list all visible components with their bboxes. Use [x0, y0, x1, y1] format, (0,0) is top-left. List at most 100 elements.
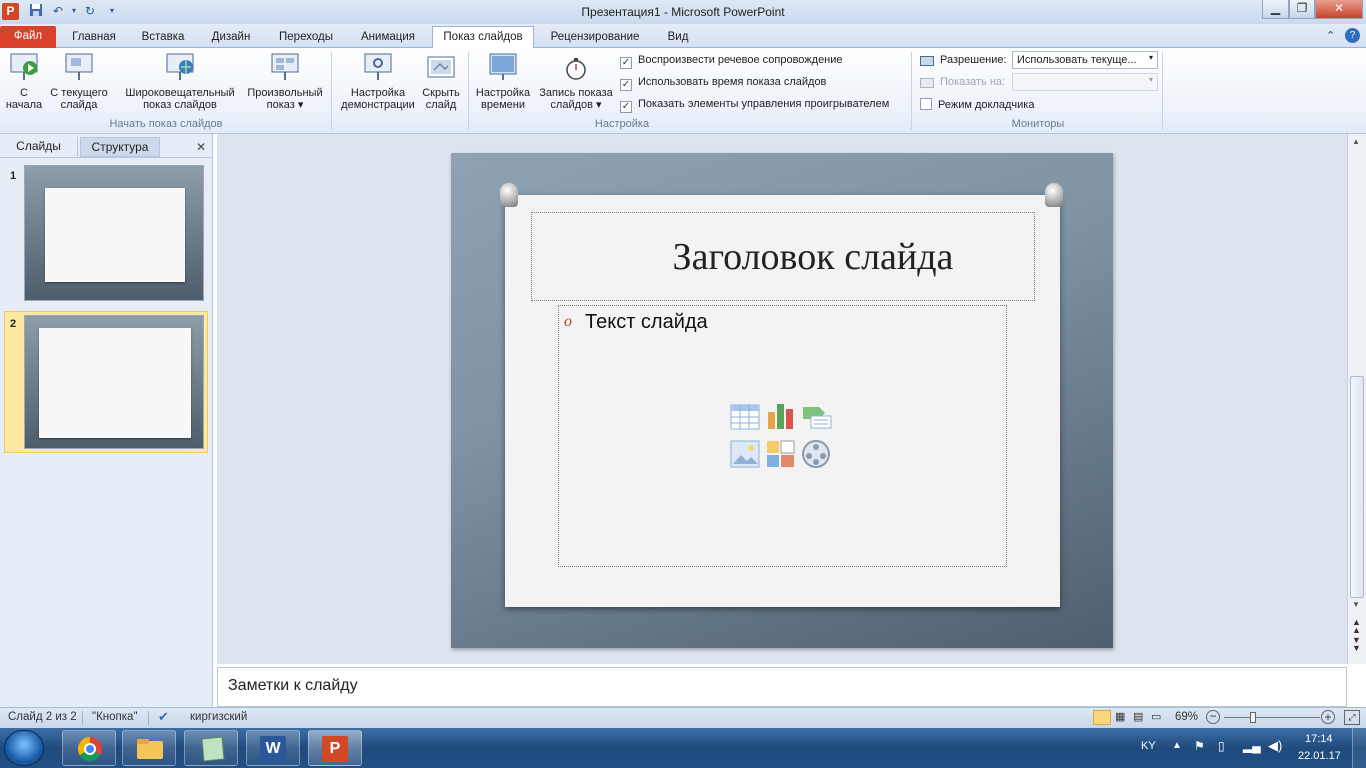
- chrome-icon[interactable]: [62, 730, 116, 766]
- setup-show-button[interactable]: Настройка демонстрации: [336, 52, 420, 111]
- ribbon-tabs: Файл Главная Вставка Дизайн Переходы Ани…: [0, 24, 1366, 48]
- tab-file[interactable]: Файл: [0, 26, 56, 48]
- content-placeholder[interactable]: o Текст слайда: [558, 305, 1007, 567]
- flag-icon[interactable]: ⚑: [1194, 739, 1205, 753]
- rehearse-timings-button[interactable]: Настройка времени: [472, 52, 534, 111]
- network-icon[interactable]: ▂▄: [1243, 739, 1261, 753]
- media-controls-checkbox[interactable]: ✓ Показать элементы управления проигрыват…: [620, 98, 889, 113]
- clock-time[interactable]: 17:14: [1305, 733, 1333, 745]
- slide-count[interactable]: Слайд 2 из 2: [8, 711, 77, 723]
- slide-body-text: Текст слайда: [585, 311, 708, 333]
- zoom-out-icon[interactable]: −: [1206, 710, 1220, 724]
- zoom-slider-thumb[interactable]: [1250, 712, 1256, 723]
- from-current-button[interactable]: С текущего слайда: [48, 52, 110, 111]
- title-placeholder[interactable]: Заголовок слайда: [531, 212, 1035, 301]
- taskbar: W P KY ▲ ⚑ ▯ ▂▄ ◀) 17:14 22.01.17: [0, 728, 1366, 768]
- thumbnail-paper: [45, 188, 185, 282]
- pin-icon: [500, 183, 518, 207]
- media-icon[interactable]: [801, 439, 831, 469]
- theme-name[interactable]: "Кнопка": [92, 711, 138, 723]
- fit-to-window-icon[interactable]: ⤢: [1344, 710, 1360, 725]
- chevron-down-icon: ▾: [1148, 75, 1153, 84]
- tab-slides[interactable]: Слайды: [0, 137, 78, 157]
- monitor-icon: [920, 78, 934, 88]
- group-label-setup: Настройка: [594, 118, 650, 130]
- tab-insert[interactable]: Вставка: [132, 27, 194, 48]
- explorer-icon[interactable]: [122, 730, 176, 766]
- tab-outline[interactable]: Структура: [80, 137, 160, 157]
- tab-animation[interactable]: Анимация: [350, 27, 426, 48]
- narration-checkbox[interactable]: ✓ Воспроизвести речевое сопровождение: [620, 54, 843, 69]
- show-desktop-button[interactable]: [1352, 728, 1366, 768]
- smartart-icon[interactable]: [801, 404, 833, 430]
- checkmark-icon: ✓: [620, 57, 632, 69]
- volume-icon[interactable]: ◀): [1268, 738, 1282, 754]
- reading-view-icon[interactable]: ▤: [1133, 710, 1143, 723]
- divider: [0, 157, 213, 158]
- maximize-icon[interactable]: ❐: [1289, 0, 1315, 19]
- divider: [148, 711, 149, 725]
- slide-sorter-icon[interactable]: ▦: [1115, 710, 1125, 723]
- help-icon[interactable]: ?: [1345, 28, 1360, 43]
- powerpoint-taskbar-icon[interactable]: P: [308, 730, 362, 766]
- previous-slide-icon[interactable]: ▲ ▲: [1352, 618, 1361, 635]
- slide-thumbnail[interactable]: [24, 315, 204, 449]
- checkmark-icon: ✓: [620, 79, 632, 91]
- input-language[interactable]: KY: [1141, 740, 1156, 752]
- show-hidden-icons-icon[interactable]: ▲: [1172, 740, 1182, 751]
- group-separator: [468, 52, 469, 130]
- start-icon[interactable]: [4, 730, 44, 766]
- slide-title: Заголовок слайда: [672, 236, 954, 278]
- close-icon[interactable]: ✕: [1315, 0, 1363, 19]
- resolution-label: Разрешение:: [940, 54, 1007, 66]
- checkmark-icon: ✓: [620, 101, 632, 113]
- picture-icon[interactable]: [730, 440, 760, 468]
- zoom-in-icon[interactable]: +: [1321, 710, 1335, 724]
- spellcheck-icon[interactable]: ✔: [158, 709, 169, 725]
- group-separator: [1162, 52, 1163, 130]
- group-separator: [911, 52, 912, 130]
- resolution-select[interactable]: Использовать текуще... ▾: [1012, 51, 1158, 69]
- table-icon[interactable]: [730, 404, 760, 430]
- close-icon[interactable]: ✕: [196, 140, 206, 154]
- vertical-scrollbar[interactable]: ▲ ▼ ▲ ▲ ▼ ▼: [1347, 134, 1366, 664]
- presenter-view-checkbox[interactable]: Режим докладчика: [920, 98, 1034, 111]
- slide-thumbnail[interactable]: [24, 165, 204, 301]
- tab-design[interactable]: Дизайн: [200, 27, 262, 48]
- rehearse-timings-icon: [487, 52, 519, 84]
- tab-transitions[interactable]: Переходы: [268, 27, 344, 48]
- language[interactable]: киргизский: [190, 711, 247, 723]
- status-bar: Слайд 2 из 2 "Кнопка" ✔ киргизский ▦ ▤ ▭…: [0, 707, 1366, 728]
- collapse-ribbon-icon[interactable]: ⌃: [1326, 29, 1335, 42]
- chart-icon[interactable]: [766, 402, 796, 430]
- tab-home[interactable]: Главная: [62, 27, 126, 48]
- custom-show-button[interactable]: Произвольный показ ▾: [242, 52, 328, 111]
- normal-view-icon[interactable]: [1093, 710, 1111, 725]
- tab-review[interactable]: Рецензирование: [540, 27, 650, 48]
- word-icon[interactable]: W: [246, 730, 300, 766]
- broadcast-button[interactable]: Широковещательный показ слайдов: [118, 52, 242, 111]
- from-start-button[interactable]: С начала: [2, 52, 46, 111]
- scroll-down-icon[interactable]: ▼: [1352, 600, 1360, 609]
- clipart-icon[interactable]: [766, 440, 796, 468]
- show-on-select[interactable]: ▾: [1012, 73, 1158, 91]
- hide-slide-icon: [425, 52, 457, 84]
- timings-checkbox[interactable]: ✓ Использовать время показа слайдов: [620, 76, 826, 91]
- tab-view[interactable]: Вид: [656, 27, 700, 48]
- hide-slide-button[interactable]: Скрыть слайд: [418, 52, 464, 111]
- slideshow-view-icon[interactable]: ▭: [1151, 710, 1161, 723]
- tab-slideshow[interactable]: Показ слайдов: [432, 26, 534, 48]
- zoom-level[interactable]: 69%: [1175, 711, 1198, 723]
- notes-placeholder: Заметки к слайду: [228, 677, 358, 694]
- clock-date[interactable]: 22.01.17: [1298, 750, 1341, 762]
- minimize-icon[interactable]: ▁: [1262, 0, 1289, 19]
- zoom-slider[interactable]: [1224, 717, 1320, 718]
- record-show-button[interactable]: Запись показа слайдов ▾: [534, 52, 618, 111]
- notes-pane[interactable]: Заметки к слайду: [217, 667, 1347, 707]
- notepad-icon[interactable]: [184, 730, 238, 766]
- next-slide-icon[interactable]: ▼ ▼: [1352, 636, 1361, 653]
- scroll-thumb[interactable]: [1350, 376, 1364, 598]
- scroll-up-icon[interactable]: ▲: [1352, 137, 1360, 146]
- power-icon[interactable]: ▯: [1218, 739, 1225, 753]
- stopwatch-icon: [560, 52, 592, 84]
